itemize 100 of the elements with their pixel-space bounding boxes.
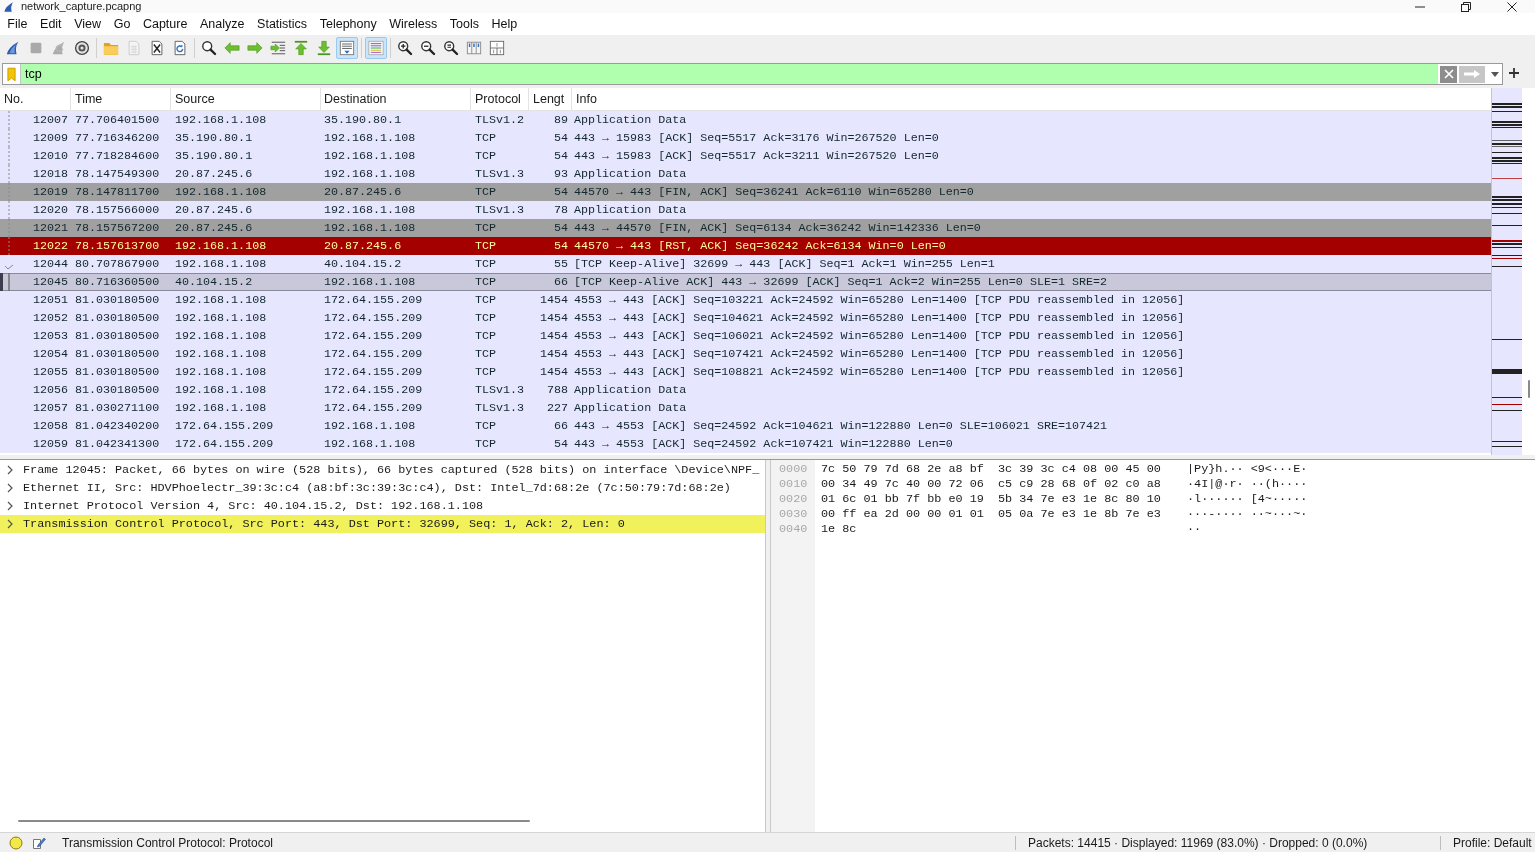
display-filter-field[interactable]: tcp — [21, 64, 1438, 84]
packet-info: 4553 → 443 [ACK] Seq=106021 Ack=24592 Win=65280 Len=1400 [TCP PDU reassembled in 12056] — [573, 328, 1185, 345]
tree-item[interactable]: Internet Protocol Version 4, Src: 40.104.15.2, Dst: 192.168.1.108 — [0, 497, 765, 515]
protocol-name: TLSv1.3 — [474, 202, 526, 219]
source-address: 192.168.1.108 — [174, 238, 268, 255]
timestamp: 78.157567200 — [74, 220, 161, 237]
packet-row[interactable]: 12044 80.707867900 192.168.1.108 40.104.15.2 TCP 55 [TCP Keep-Alive] 32699 → 443 [ACK] Seq=1 Ack=1 Win=255 Len=1 — [0, 255, 1491, 273]
clear-button[interactable] — [1440, 65, 1457, 83]
columns-icon — [465, 40, 482, 56]
packet-length: 54 — [552, 130, 569, 147]
protocol-name: TCP — [474, 130, 498, 147]
packet-number: 12022 — [31, 238, 69, 255]
packet-row[interactable]: 12010 77.718284600 35.190.80.1 192.168.1.108 TCP 54 443 → 15983 [ACK] Seq=5517 Ack=3211 Win=267520 Len=0 — [0, 147, 1491, 165]
packet-row[interactable]: 12021 78.157567200 20.87.245.6 192.168.1.108 TCP 54 443 → 44570 [FIN, ACK] Seq=6134 Ack=36242 Win=142336 Len=0 — [0, 219, 1491, 237]
status-message: Transmission Control Protocol: Protocol — [62, 835, 273, 850]
timestamp: 81.030180500 — [74, 346, 161, 363]
packet-row[interactable]: 12054 81.030180500 192.168.1.108 172.64.155.209 TCP 1454 4553 → 443 [ACK] Seq=107421 Ack=24592 Win=65280 Len=1400 [TCP PDU reassembled in 12056] — [0, 345, 1491, 363]
bookmark-icon — [7, 66, 16, 82]
packet-number: 12009 — [31, 130, 69, 147]
packet-info: [TCP Keep-Alive ACK] 443 → 32699 [ACK] Seq=1 Ack=2 Win=255 Len=0 SLE=1 SRE=2 — [573, 274, 1108, 291]
packet-row[interactable]: 12052 81.030180500 192.168.1.108 172.64.155.209 TCP 1454 4553 → 443 [ACK] Seq=104621 Ack=24592 Win=65280 Len=1400 [TCP PDU reassembled in 12056] — [0, 309, 1491, 327]
packet-length: 54 — [552, 436, 569, 453]
protocol-name: TLSv1.3 — [474, 166, 526, 183]
packet-row[interactable]: 12019 78.147811700 192.168.1.108 20.87.245.6 TCP 54 44570 → 443 [FIN, ACK] Seq=36241 Ack=6110 Win=65280 Len=0 — [0, 183, 1491, 201]
packet-row[interactable]: 12053 81.030180500 192.168.1.108 172.64.155.209 TCP 1454 4553 → 443 [ACK] Seq=106021 Ack=24592 Win=65280 Len=1400 [TCP PDU reassembled in 12056] — [0, 327, 1491, 345]
packet-row[interactable]: 12055 81.030180500 192.168.1.108 172.64.155.209 TCP 1454 4553 → 443 [ACK] Seq=108821 Ack=24592 Win=65280 Len=1400 [TCP PDU reassembled in 12056] — [0, 363, 1491, 381]
packet-number: 12019 — [31, 184, 69, 201]
source-address: 40.104.15.2 — [174, 274, 254, 291]
packet-row[interactable]: 12045 80.716360500 40.104.15.2 192.168.1.108 TCP 66 [TCP Keep-Alive ACK] 443 → 32699 [ACK] Seq=1 Ack=2 Win=255 Len=0 SLE=1 SRE=2 — [0, 273, 1491, 291]
packet-row[interactable]: 12018 78.147549300 20.87.245.6 192.168.1.108 TLSv1.3 93 Application Data — [0, 165, 1491, 183]
protocol-name: TCP — [474, 220, 498, 237]
restore-icon — [1461, 1, 1471, 12]
source-address: 35.190.80.1 — [174, 130, 254, 147]
grid-icon — [488, 40, 505, 56]
packet-row[interactable]: 12058 81.042340200 172.64.155.209 192.168.1.108 TCP 66 443 → 4553 [ACK] Seq=24592 Ack=104621 Win=122880 Len=0 SLE=106021 SRE=107421 — [0, 417, 1491, 435]
packet-row[interactable]: 12022 78.157613700 192.168.1.108 20.87.245.6 TCP 54 44570 → 443 [RST, ACK] Seq=36242 Ack=6134 Win=0 Len=0 — [0, 237, 1491, 255]
source-address: 192.168.1.108 — [174, 346, 268, 363]
source-address: 192.168.1.108 — [174, 112, 268, 129]
menu-item[interactable]: Go — [107, 14, 137, 34]
packet-length: 54 — [552, 184, 569, 201]
tree-item[interactable]: Frame 12045: Packet, 66 bytes on wire (528 bits), 66 bytes captured (528 bits) on interface \Device\NPF_ — [0, 461, 765, 479]
destination-address: 172.64.155.209 — [323, 400, 424, 417]
menu-item[interactable]: File — [1, 14, 34, 34]
timestamp: 80.707867900 — [74, 256, 161, 273]
packet-info: 4553 → 443 [ACK] Seq=107421 Ack=24592 Win=65280 Len=1400 [TCP PDU reassembled in 12056] — [573, 346, 1185, 363]
timestamp: 78.157613700 — [74, 238, 161, 255]
packet-number: 12018 — [31, 166, 69, 183]
destination-address: 20.87.245.6 — [323, 238, 403, 255]
packet-row[interactable]: 12051 81.030180500 192.168.1.108 172.64.155.209 TCP 1454 4553 → 443 [ACK] Seq=103221 Ack=24592 Win=65280 Len=1400 [TCP PDU reassembled in 12056] — [0, 291, 1491, 309]
packet-length: 54 — [552, 220, 569, 237]
packet-minimap[interactable] — [1491, 88, 1522, 455]
menu-item[interactable]: Capture — [136, 14, 194, 34]
protocol-name: TCP — [474, 436, 498, 453]
menu-item[interactable]: Help — [485, 14, 524, 34]
hex-offset: 0000 — [779, 462, 809, 477]
source-address: 192.168.1.108 — [174, 256, 268, 273]
packet-length: 78 — [552, 202, 569, 219]
packet-row[interactable]: 12057 81.030271100 192.168.1.108 172.64.155.209 TLSv1.3 227 Application Data — [0, 399, 1491, 417]
packet-length: 1454 — [538, 364, 569, 381]
document-refresh-icon — [171, 40, 188, 56]
menu-item[interactable]: Statistics — [250, 14, 314, 34]
timestamp: 80.716360500 — [74, 274, 161, 291]
destination-address: 192.168.1.108 — [323, 166, 417, 183]
packet-number: 12055 — [31, 364, 69, 381]
protocol-name: TCP — [474, 274, 498, 291]
close-icon — [1507, 1, 1517, 12]
window-title: network_capture.pcapng — [21, 0, 142, 13]
timestamp: 81.030180500 — [74, 310, 161, 327]
profile-name[interactable]: Profile: Default — [1440, 835, 1532, 850]
packet-number: 12056 — [31, 382, 69, 399]
packet-row[interactable]: 12020 78.157566000 20.87.245.6 192.168.1.108 TLSv1.3 78 Application Data — [0, 201, 1491, 219]
scrollbar-thumb[interactable] — [18, 820, 530, 822]
menu-item[interactable]: Edit — [33, 14, 68, 34]
packet-row[interactable]: 12056 81.030180500 192.168.1.108 172.64.155.209 TLSv1.3 788 Application Data — [0, 381, 1491, 399]
packet-row[interactable]: 12059 81.042341300 172.64.155.209 192.168.1.108 TCP 54 443 → 4553 [ACK] Seq=24592 Ack=107421 Win=122880 Len=0 — [0, 435, 1491, 453]
tree-item[interactable]: Transmission Control Protocol, Src Port: 443, Dst Port: 32699, Seq: 1, Ack: 2, Len: 0 — [0, 515, 765, 533]
packet-number: 12010 — [31, 148, 69, 165]
arrow-left-icon — [223, 40, 240, 56]
packet-info: Application Data — [573, 202, 687, 219]
folder-icon — [102, 40, 119, 56]
arrow-down-bar-icon — [315, 40, 332, 56]
arrow-right-icon — [246, 40, 263, 56]
menu-item[interactable]: Tools — [443, 14, 486, 34]
packet-info: 4553 → 443 [ACK] Seq=103221 Ack=24592 Win=65280 Len=1400 [TCP PDU reassembled in 12056] — [573, 292, 1185, 309]
menu-item[interactable]: Analyze — [193, 14, 251, 34]
source-address: 192.168.1.108 — [174, 382, 268, 399]
packet-number: 12051 — [31, 292, 69, 309]
tree-item[interactable]: Ethernet II, Src: HDVPhoelectr_39:3c:c4 (a8:bf:3c:39:3c:c4), Dst: Intel_7d:68:2e (7c:50:79:7d:68:2e) — [0, 479, 765, 497]
packet-number: 12021 — [31, 220, 69, 237]
menu-item[interactable]: Telephony — [313, 14, 383, 34]
menu-item[interactable]: Wireless — [383, 14, 444, 34]
protocol-name: TCP — [474, 418, 498, 435]
packet-row[interactable]: 12009 77.716346200 35.190.80.1 192.168.1.108 TCP 54 443 → 15983 [ACK] Seq=5517 Ack=3176 Win=267520 Len=0 — [0, 129, 1491, 147]
packet-number: 12020 — [31, 202, 69, 219]
scrollbar-thumb[interactable] — [1528, 380, 1530, 398]
status-circle-icon — [9, 835, 23, 850]
timestamp: 78.147811700 — [74, 184, 161, 201]
menu-item[interactable]: View — [67, 14, 108, 34]
packet-row[interactable]: 12007 77.706401500 192.168.1.108 35.190.80.1 TLSv1.2 89 Application Data — [0, 111, 1491, 129]
protocol-name: TCP — [474, 346, 498, 363]
